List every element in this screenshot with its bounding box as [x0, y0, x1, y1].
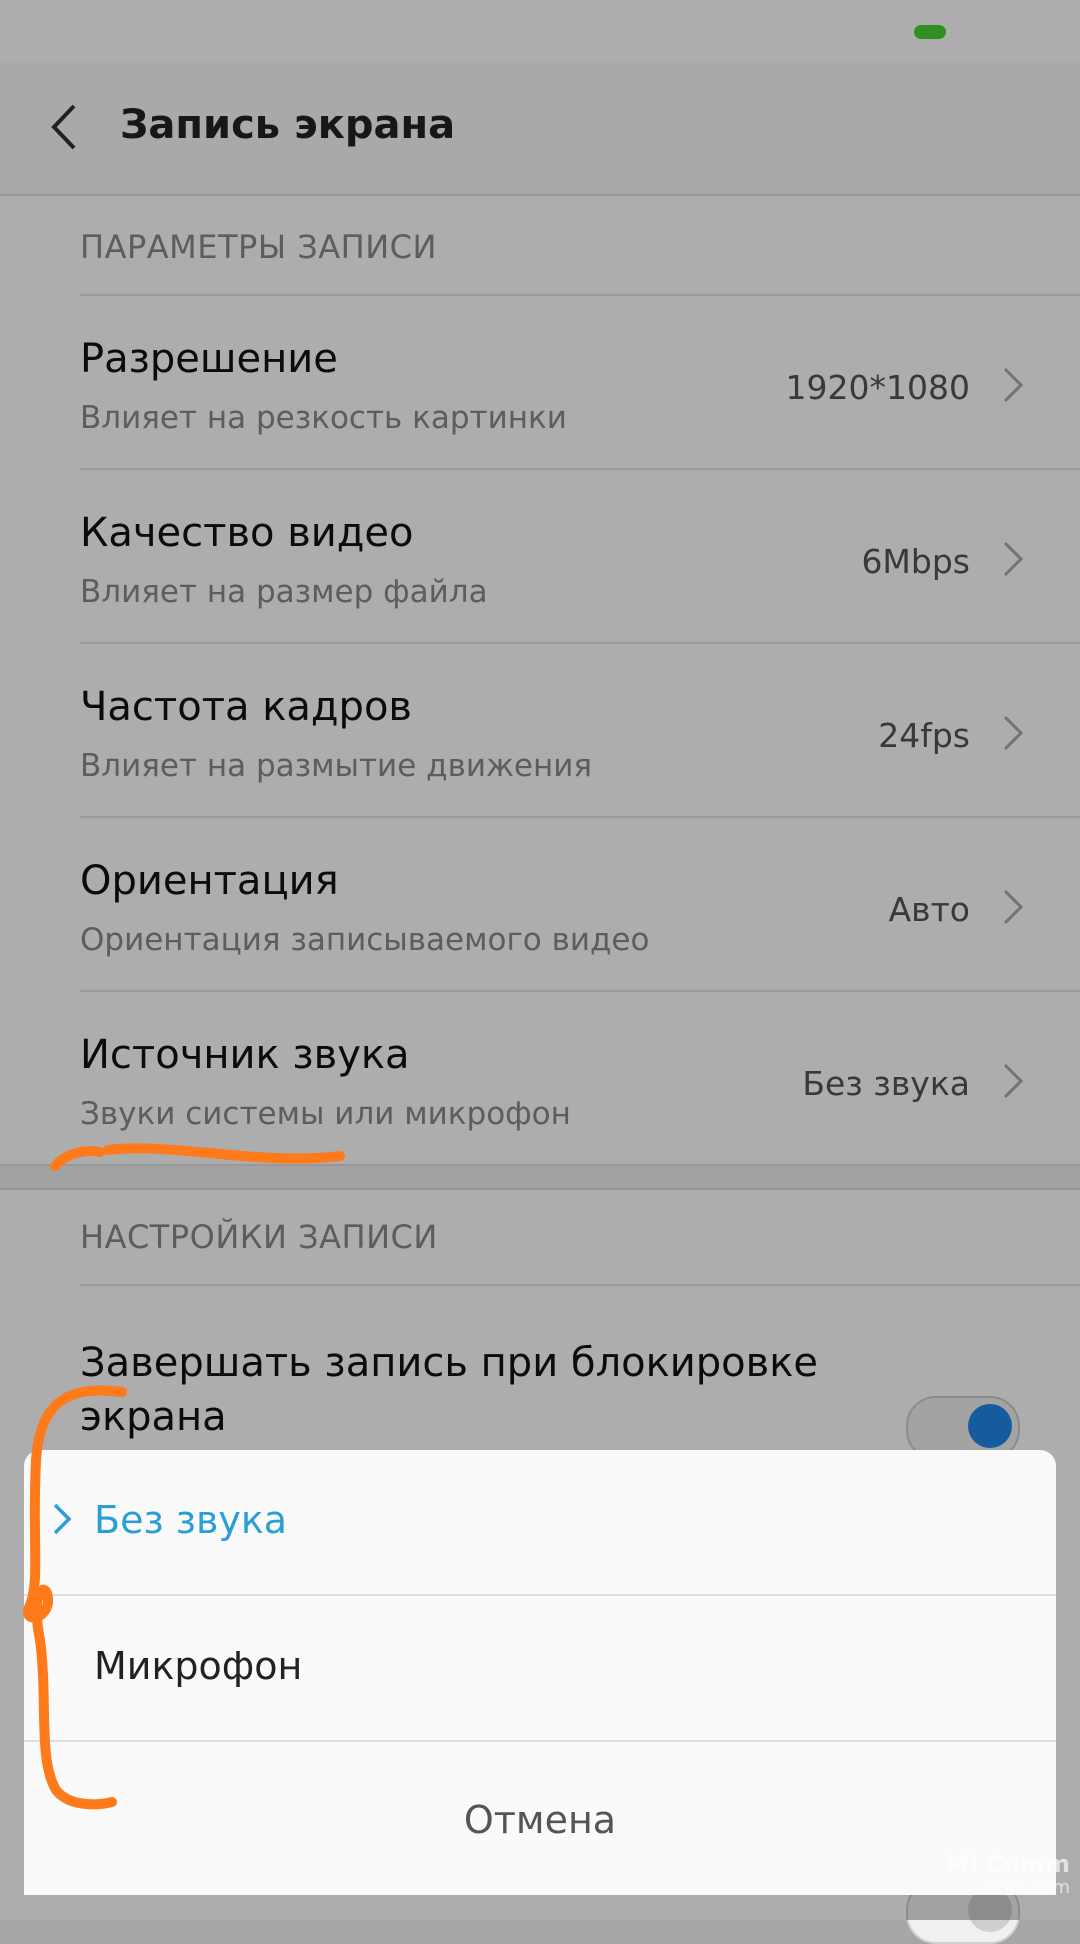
watermark: Mi Comm c.mi.com [945, 1852, 1070, 1900]
cancel-button[interactable]: Отмена [24, 1750, 1056, 1890]
watermark-line-2: c.mi.com [987, 1877, 1070, 1898]
divider [24, 1740, 1056, 1742]
sheet-option-label: Микрофон [94, 1644, 303, 1688]
watermark-line-1: Mi Comm [945, 1850, 1070, 1878]
selected-chevron-icon [52, 1502, 72, 1536]
sheet-option-no-sound[interactable]: Без звука [24, 1450, 1056, 1594]
sound-source-sheet: Без звука Микрофон Отмена [24, 1450, 1056, 1895]
sheet-option-microphone[interactable]: Микрофон [24, 1596, 1056, 1740]
cancel-label: Отмена [463, 1798, 617, 1842]
sheet-option-label: Без звука [94, 1498, 288, 1542]
screen-recorder-settings: 3:05 61% Запись экрана ПАРАМЕТРЫ ЗАПИСИ … [0, 0, 1080, 1944]
